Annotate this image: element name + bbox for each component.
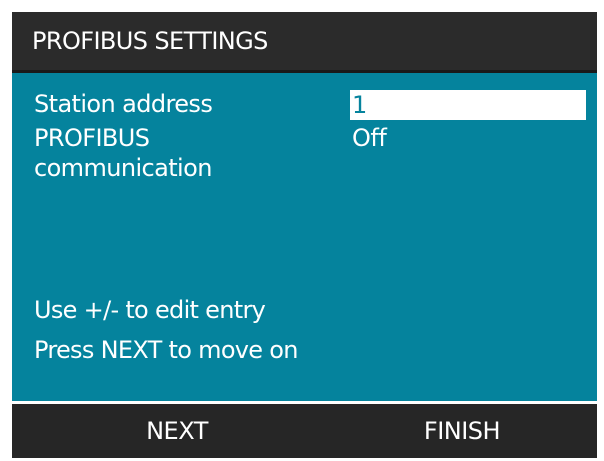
softkey-bar: NEXT FINISH <box>12 404 597 458</box>
profibus-communication-value[interactable]: Off <box>352 123 387 153</box>
station-address-label: Station address <box>34 90 213 118</box>
title-bar: PROFIBUS SETTINGS <box>12 12 597 70</box>
help-text-edit: Use +/- to edit entry <box>34 296 266 324</box>
device-display: PROFIBUS SETTINGS Station address 1 PROF… <box>12 12 597 458</box>
finish-button[interactable]: FINISH <box>392 416 532 446</box>
page-title: PROFIBUS SETTINGS <box>32 27 268 55</box>
next-button[interactable]: NEXT <box>112 416 242 446</box>
profibus-communication-label: PROFIBUS communication <box>34 124 212 182</box>
help-text-next: Press NEXT to move on <box>34 336 298 364</box>
settings-screen: Station address 1 PROFIBUS communication… <box>12 73 597 401</box>
station-address-input[interactable]: 1 <box>350 90 586 120</box>
